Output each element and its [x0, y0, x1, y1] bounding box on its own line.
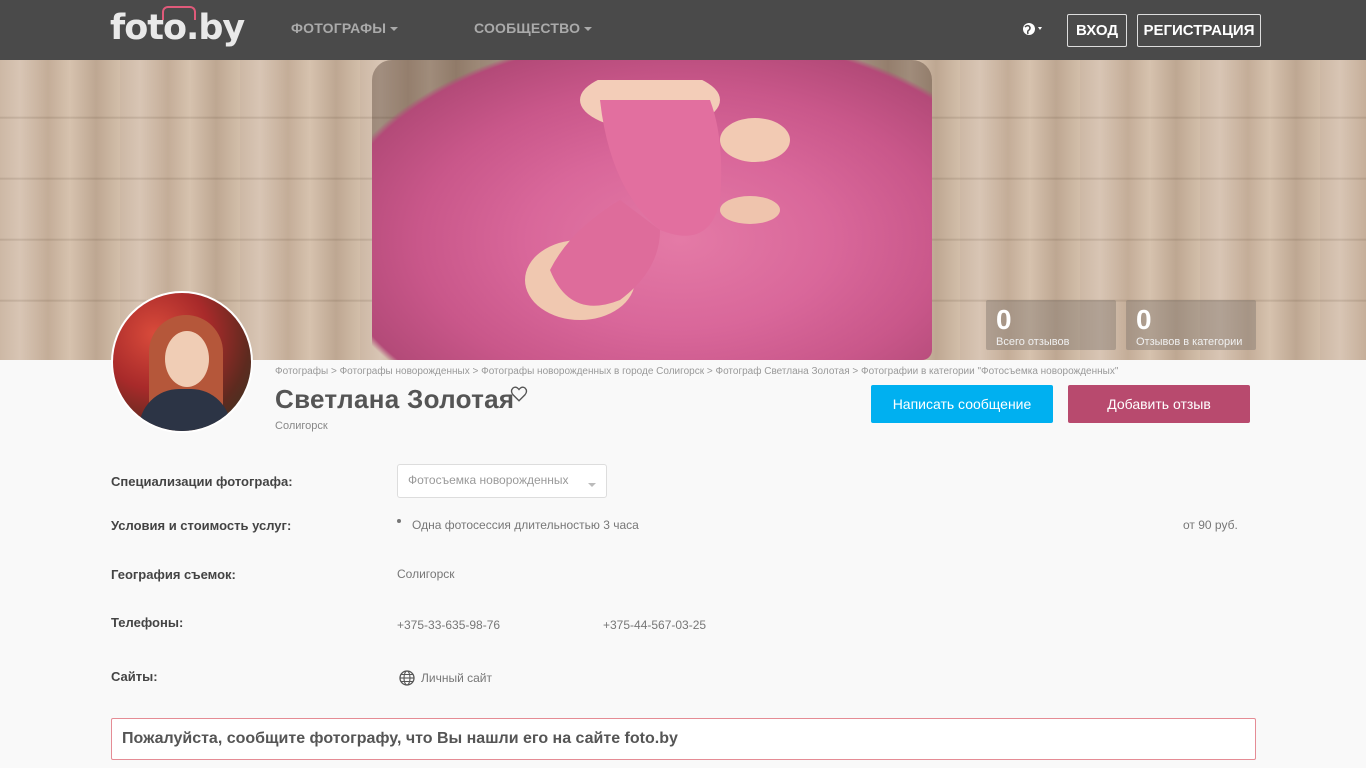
geography-value: Солигорск	[397, 567, 455, 581]
breadcrumb-current[interactable]: Фотографии в категории "Фотосъемка новор…	[861, 366, 1118, 377]
breadcrumb-link[interactable]: Фотограф Светлана Золотая	[715, 366, 849, 377]
register-button[interactable]: РЕГИСТРАЦИЯ	[1137, 14, 1261, 47]
breadcrumb-separator: >	[852, 366, 859, 377]
login-button[interactable]: ВХОД	[1067, 14, 1127, 47]
stat-category-reviews: 0 Отзывов в категории	[1126, 300, 1256, 350]
avatar-face	[165, 331, 209, 387]
service-price: от 90 руб.	[1183, 518, 1238, 532]
phone-number[interactable]: +375-44-567-03-25	[603, 618, 706, 632]
breadcrumb-separator: >	[472, 366, 479, 377]
services-label: Условия и стоимость услуг:	[111, 518, 292, 533]
specialization-selected-value: Фотосъемка новорожденных	[408, 473, 569, 487]
stat-total-reviews: 0 Всего отзывов	[986, 300, 1116, 350]
geography-label: География съемок:	[111, 567, 236, 582]
breadcrumb-separator: >	[706, 366, 713, 377]
stat-category-reviews-value: 0	[1136, 304, 1152, 335]
nav-photographers-menu[interactable]: ФОТОГРАФЫ	[291, 20, 399, 36]
photographer-city: Солигорск	[275, 420, 328, 432]
heart-icon	[510, 386, 528, 402]
service-name: Одна фотосессия длительностью 3 часа	[412, 518, 639, 532]
stat-category-reviews-label: Отзывов в категории	[1136, 336, 1243, 348]
personal-site-link[interactable]: Личный сайт	[399, 670, 492, 686]
nav-community-label: СООБЩЕСТВО	[474, 20, 581, 36]
chevron-down-icon	[588, 483, 596, 487]
globe-icon	[1023, 23, 1042, 35]
add-review-button[interactable]: Добавить отзыв	[1068, 385, 1250, 423]
phones-label: Телефоны:	[111, 615, 184, 630]
chevron-down-icon	[584, 27, 593, 32]
phone-number[interactable]: +375-33-635-98-76	[397, 618, 500, 632]
breadcrumb-separator: >	[330, 366, 337, 377]
list-bullet	[397, 519, 401, 523]
language-selector[interactable]	[1021, 20, 1049, 40]
nav-photographers-label: ФОТОГРАФЫ	[291, 20, 387, 36]
site-logo[interactable]: foto.by	[110, 6, 245, 50]
nav-community-menu[interactable]: СООБЩЕСТВО	[474, 20, 593, 36]
logo-text: foto.by	[110, 8, 245, 48]
write-message-button[interactable]: Написать сообщение	[871, 385, 1053, 423]
top-navigation-bar: foto.by ФОТОГРАФЫ СООБЩЕСТВО ВХОД РЕГИСТ…	[0, 0, 1366, 60]
avatar[interactable]	[111, 291, 253, 433]
chevron-down-icon	[390, 27, 399, 32]
stat-total-reviews-value: 0	[996, 304, 1012, 335]
breadcrumb-link[interactable]: Фотографы	[275, 366, 328, 377]
breadcrumb: Фотографы > Фотографы новорожденных > Фо…	[275, 366, 1118, 377]
specializations-label: Специализации фотографа:	[111, 474, 293, 489]
photographer-name: Светлана Золотая	[275, 384, 515, 414]
globe-icon	[399, 670, 415, 686]
breadcrumb-link[interactable]: Фотографы новорожденных в городе Солигор…	[481, 366, 704, 377]
cover-baby-image	[525, 80, 790, 320]
favorite-button[interactable]	[510, 385, 528, 403]
sites-label: Сайты:	[111, 669, 158, 684]
breadcrumb-link[interactable]: Фотографы новорожденных	[340, 366, 470, 377]
stat-total-reviews-label: Всего отзывов	[996, 336, 1070, 348]
notice-banner: Пожалуйста, сообщите фотографу, что Вы н…	[111, 718, 1256, 760]
personal-site-label: Личный сайт	[421, 671, 492, 685]
specialization-select[interactable]: Фотосъемка новорожденных	[397, 464, 607, 498]
